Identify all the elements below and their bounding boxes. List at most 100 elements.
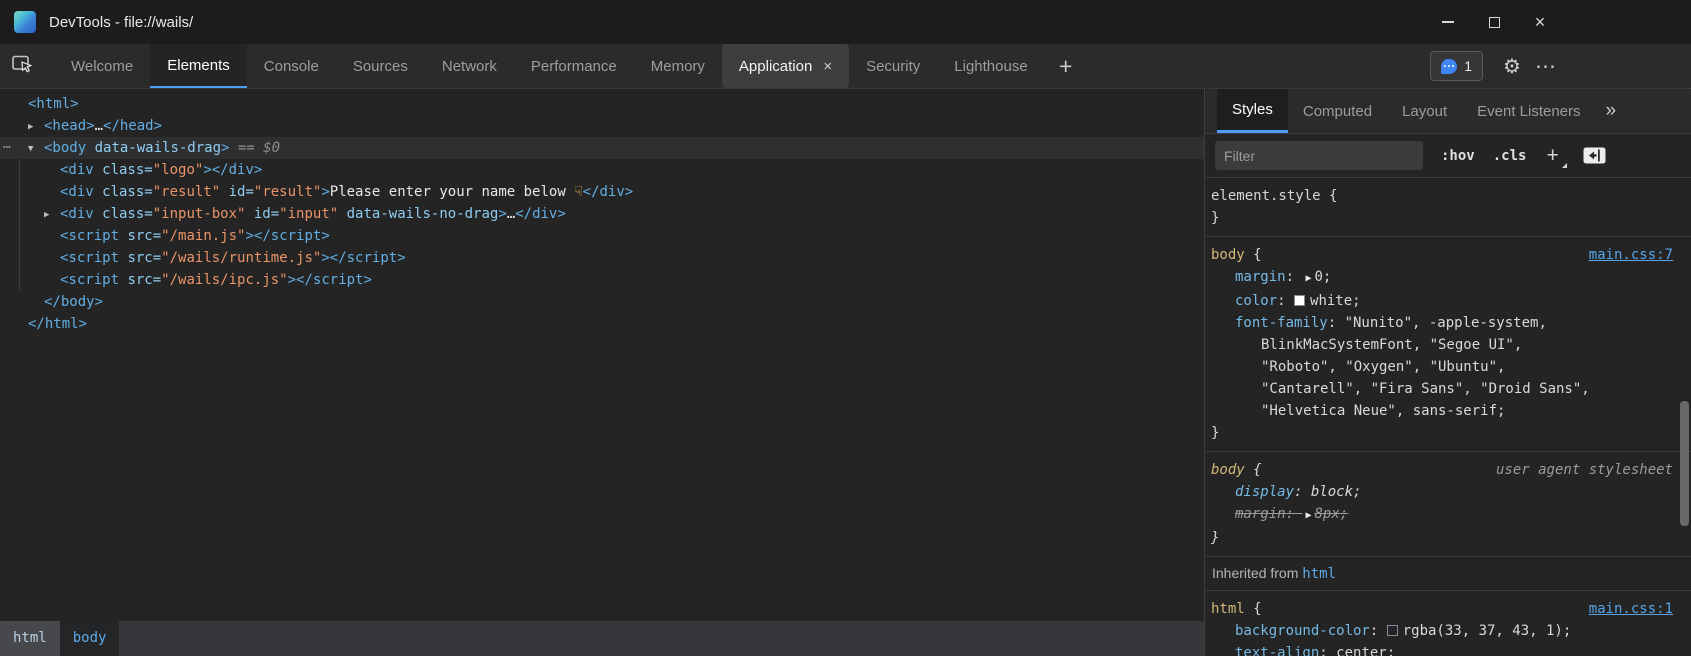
toggle-element-classes-button[interactable]: .cls bbox=[1493, 148, 1527, 164]
close-icon: × bbox=[1535, 13, 1546, 31]
code-token: </div> bbox=[583, 184, 634, 200]
expand-arrow-icon[interactable]: ▶ bbox=[28, 116, 44, 138]
add-tab-button[interactable]: + bbox=[1045, 44, 1087, 88]
rule-selector-row[interactable]: html {main.css:1 bbox=[1205, 598, 1691, 620]
more-menu-button[interactable]: ⋯ bbox=[1529, 44, 1563, 88]
tree-row-div-result[interactable]: <div class="result" id="result">Please e… bbox=[0, 181, 1204, 203]
issues-bubble-icon bbox=[1441, 59, 1457, 74]
breadcrumb-item-body[interactable]: body bbox=[60, 621, 120, 656]
color-swatch[interactable] bbox=[1294, 295, 1305, 306]
css-declaration-margin-overridden[interactable]: margin: ▶8px; bbox=[1205, 503, 1691, 527]
expand-value-icon[interactable]: ▶ bbox=[1302, 273, 1314, 284]
rule-selector-row[interactable]: element.style { bbox=[1205, 185, 1691, 207]
breadcrumb-item-html[interactable]: html bbox=[0, 621, 60, 656]
stylesheet-link[interactable]: main.css:1 bbox=[1589, 598, 1673, 620]
tree-row-html-close[interactable]: </html> bbox=[0, 313, 1204, 335]
code-token: background-color bbox=[1235, 623, 1370, 639]
tab-overflow-button[interactable]: » bbox=[1596, 89, 1627, 133]
rule-close-brace[interactable]: } bbox=[1205, 422, 1691, 444]
tree-row-script-ipc[interactable]: <script src="/wails/ipc.js"></script> bbox=[0, 269, 1204, 291]
sidebar-tab-computed[interactable]: Computed bbox=[1288, 89, 1387, 133]
stylesheet-link[interactable]: main.css:7 bbox=[1589, 244, 1673, 266]
code-token: "Cantarell", "Fira Sans", "Droid Sans", bbox=[1261, 381, 1590, 397]
tree-row-html[interactable]: <html> bbox=[0, 93, 1204, 115]
styles-filter-input[interactable] bbox=[1215, 141, 1423, 170]
code-token: <div bbox=[60, 206, 94, 222]
tab-network[interactable]: Network bbox=[425, 44, 514, 88]
code-token: "/wails/ipc.js" bbox=[161, 272, 287, 288]
code-token: src= bbox=[119, 228, 161, 244]
tab-performance[interactable]: Performance bbox=[514, 44, 634, 88]
minimize-button[interactable] bbox=[1425, 0, 1471, 44]
code-token: </script> bbox=[330, 250, 406, 266]
code-token: > bbox=[245, 228, 253, 244]
color-swatch[interactable] bbox=[1387, 625, 1398, 636]
code-token: <div bbox=[60, 162, 94, 178]
css-declaration-color[interactable]: color: white; bbox=[1205, 290, 1691, 312]
expand-value-icon[interactable]: ▶ bbox=[1302, 510, 1314, 521]
toggle-pseudo-state-button[interactable]: :hov bbox=[1441, 148, 1475, 164]
code-token: data-wails-drag bbox=[86, 140, 221, 156]
code-token: : bbox=[1294, 484, 1311, 500]
settings-button[interactable]: ⚙ bbox=[1495, 44, 1529, 88]
code-token: body bbox=[1211, 462, 1245, 478]
tab-security[interactable]: Security bbox=[849, 44, 937, 88]
css-value-wrap[interactable]: BlinkMacSystemFont, "Segoe UI", bbox=[1205, 334, 1691, 356]
sidebar-tab-styles[interactable]: Styles bbox=[1217, 89, 1288, 133]
css-declaration-clipped[interactable]: text-align: center; bbox=[1205, 642, 1691, 656]
inspect-element-button[interactable] bbox=[0, 44, 46, 88]
code-token: <script bbox=[60, 272, 119, 288]
rule-close-brace[interactable]: } bbox=[1205, 207, 1691, 229]
css-declaration-display[interactable]: display: block; bbox=[1205, 481, 1691, 503]
rule-selector-row[interactable]: body { main.css:7 bbox=[1205, 244, 1691, 266]
inherited-node-link[interactable]: html bbox=[1302, 566, 1336, 582]
css-declaration-margin[interactable]: margin: ▶0; bbox=[1205, 266, 1691, 290]
code-token: </head> bbox=[103, 118, 162, 134]
css-value-wrap[interactable]: "Helvetica Neue", sans-serif; bbox=[1205, 400, 1691, 422]
sidebar-tab-label: Computed bbox=[1303, 103, 1372, 120]
tab-sources[interactable]: Sources bbox=[336, 44, 425, 88]
code-token: data-wails-no-drag bbox=[338, 206, 498, 222]
new-style-rule-button[interactable]: + bbox=[1546, 144, 1558, 168]
sidebar-tab-event-listeners[interactable]: Event Listeners bbox=[1462, 89, 1595, 133]
sidebar-tab-layout[interactable]: Layout bbox=[1387, 89, 1462, 133]
css-declaration-background-color[interactable]: background-color: rgba(33, 37, 43, 1); bbox=[1205, 620, 1691, 642]
close-button[interactable]: × bbox=[1517, 0, 1563, 44]
tree-row-script-runtime[interactable]: <script src="/wails/runtime.js"></script… bbox=[0, 247, 1204, 269]
element-style-rule: element.style {} bbox=[1205, 178, 1691, 237]
expand-arrow-icon[interactable]: ▶ bbox=[44, 204, 60, 226]
css-value-wrap[interactable]: "Roboto", "Oxygen", "Ubuntu", bbox=[1205, 356, 1691, 378]
tree-row-div-input-box[interactable]: ▶<div class="input-box" id="input" data-… bbox=[0, 203, 1204, 225]
css-declaration-font-family[interactable]: font-family: "Nunito", -apple-system, bbox=[1205, 312, 1691, 334]
tree-row-body-close[interactable]: </body> bbox=[0, 291, 1204, 313]
code-token: { bbox=[1245, 247, 1262, 263]
styles-pane: element.style {}body {main.css:7margin: … bbox=[1205, 178, 1691, 656]
close-tab-icon[interactable]: × bbox=[823, 58, 832, 75]
code-token: > bbox=[321, 250, 329, 266]
node-menu-dots[interactable]: ⋯ bbox=[3, 137, 12, 159]
rule-close-brace[interactable]: } bbox=[1205, 527, 1691, 549]
tab-elements[interactable]: Elements bbox=[150, 44, 247, 88]
expand-arrow-icon[interactable]: ▼ bbox=[28, 138, 44, 160]
tree-row-script-main[interactable]: <script src="/main.js"></script> bbox=[0, 225, 1204, 247]
main-content: <html>▶<head>…</head>⋯▼<body data-wails-… bbox=[0, 88, 1691, 656]
rule-selector-row[interactable]: body {user agent stylesheet bbox=[1205, 459, 1691, 481]
tree-row-head[interactable]: ▶<head>…</head> bbox=[0, 115, 1204, 137]
code-token: body bbox=[1211, 247, 1245, 263]
toggle-computed-sidebar-button[interactable] bbox=[1583, 147, 1606, 164]
code-token: { bbox=[1321, 188, 1338, 204]
scrollbar-thumb[interactable] bbox=[1680, 401, 1689, 526]
tab-application[interactable]: Application× bbox=[722, 44, 849, 88]
maximize-button[interactable] bbox=[1471, 0, 1517, 44]
tab-welcome[interactable]: Welcome bbox=[54, 44, 150, 88]
css-value-wrap[interactable]: "Cantarell", "Fira Sans", "Droid Sans", bbox=[1205, 378, 1691, 400]
tab-console[interactable]: Console bbox=[247, 44, 336, 88]
tab-lighthouse[interactable]: Lighthouse bbox=[937, 44, 1044, 88]
issues-counter-button[interactable]: 1 bbox=[1430, 51, 1483, 81]
tabbar-right-cluster: 1 ⚙ ⋯ bbox=[1430, 44, 1691, 88]
tab-label: Welcome bbox=[71, 58, 133, 75]
tree-row-body[interactable]: ⋯▼<body data-wails-drag> == $0 bbox=[0, 137, 1204, 159]
tab-memory[interactable]: Memory bbox=[634, 44, 722, 88]
code-token: margin bbox=[1235, 269, 1286, 285]
tree-row-div-logo[interactable]: <div class="logo"></div> bbox=[0, 159, 1204, 181]
